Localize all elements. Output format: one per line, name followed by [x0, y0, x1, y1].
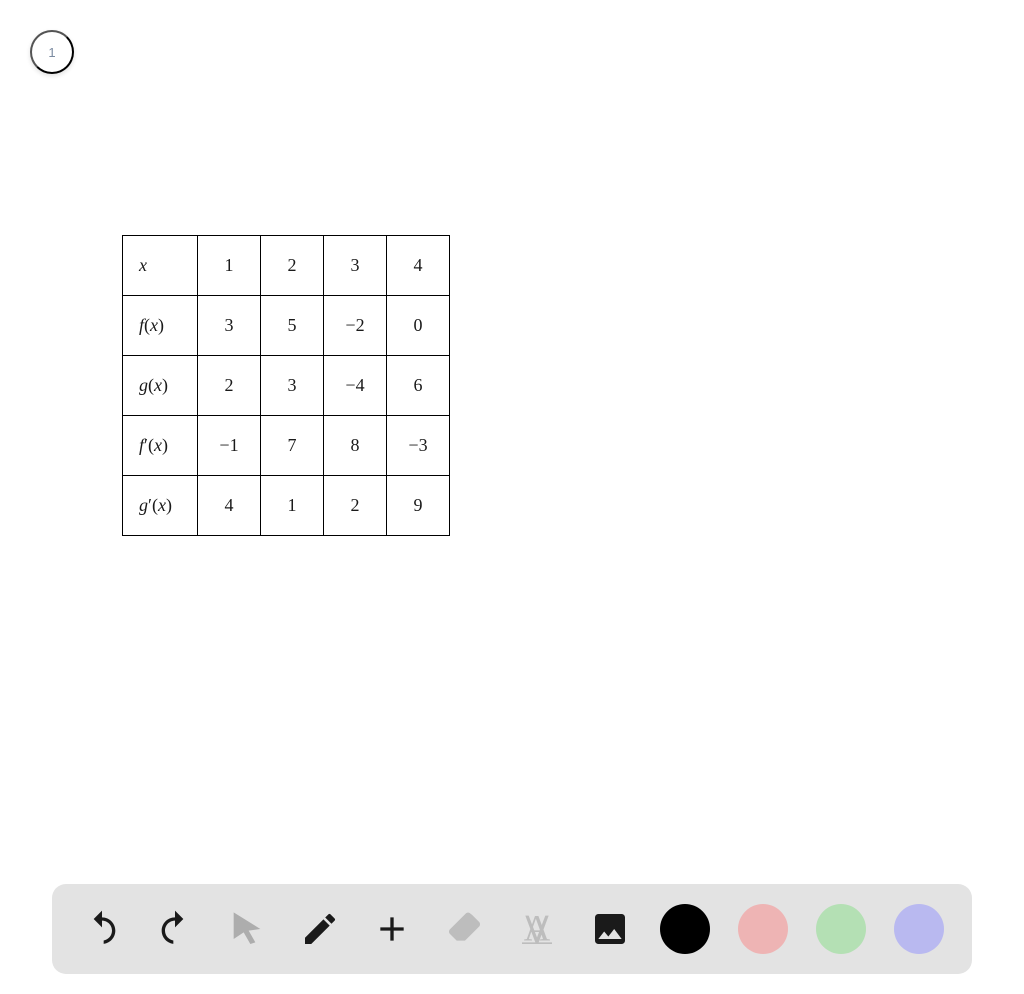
eraser-icon — [445, 909, 485, 949]
table-cell: 1 — [261, 476, 324, 536]
whiteboard-canvas[interactable]: 1 x 1 2 3 4 f(x) 3 5 −2 0 g(x) 2 3 −4 6 … — [0, 0, 1024, 870]
table-cell: 4 — [198, 476, 261, 536]
pencil-icon — [300, 909, 340, 949]
table-row: g(x) 2 3 −4 6 — [123, 356, 450, 416]
pointer-button[interactable] — [225, 906, 270, 952]
page-number-badge[interactable]: 1 — [30, 30, 74, 74]
table-cell: −4 — [324, 356, 387, 416]
image-button[interactable] — [588, 906, 633, 952]
table-cell: 6 — [387, 356, 450, 416]
function-values-table: x 1 2 3 4 f(x) 3 5 −2 0 g(x) 2 3 −4 6 f′… — [122, 235, 450, 536]
table-header-col-2: 2 — [261, 236, 324, 296]
table-row: f(x) 3 5 −2 0 — [123, 296, 450, 356]
row-label-fx: f(x) — [123, 296, 198, 356]
pencil-button[interactable] — [298, 906, 343, 952]
table-row: f′(x) −1 7 8 −3 — [123, 416, 450, 476]
table-cell: 2 — [198, 356, 261, 416]
table-cell: −3 — [387, 416, 450, 476]
color-swatch-black[interactable] — [660, 904, 710, 954]
table-cell: 3 — [198, 296, 261, 356]
table-header-row: x 1 2 3 4 — [123, 236, 450, 296]
table-row: g′(x) 4 1 2 9 — [123, 476, 450, 536]
page-number-text: 1 — [48, 45, 55, 60]
table-header-col-1: 1 — [198, 236, 261, 296]
table-header-x: x — [123, 236, 198, 296]
row-label-gprime-x: g′(x) — [123, 476, 198, 536]
table-cell: 2 — [324, 476, 387, 536]
table-cell: 3 — [261, 356, 324, 416]
color-swatch-green[interactable] — [816, 904, 866, 954]
table-cell: −2 — [324, 296, 387, 356]
table-header-col-3: 3 — [324, 236, 387, 296]
image-icon — [590, 909, 630, 949]
table-cell: 8 — [324, 416, 387, 476]
color-swatch-purple[interactable] — [894, 904, 944, 954]
table-cell: 0 — [387, 296, 450, 356]
undo-icon — [82, 909, 122, 949]
row-label-fprime-x: f′(x) — [123, 416, 198, 476]
table-cell: 9 — [387, 476, 450, 536]
table-cell: 5 — [261, 296, 324, 356]
pointer-icon — [227, 909, 267, 949]
add-button[interactable] — [370, 906, 415, 952]
plus-icon — [372, 909, 412, 949]
text-icon: A — [517, 909, 557, 949]
color-swatch-red[interactable] — [738, 904, 788, 954]
redo-icon — [155, 909, 195, 949]
table-cell: −1 — [198, 416, 261, 476]
svg-text:A: A — [524, 909, 551, 949]
redo-button[interactable] — [153, 906, 198, 952]
table-header-col-4: 4 — [387, 236, 450, 296]
row-label-gx: g(x) — [123, 356, 198, 416]
text-button[interactable]: A — [515, 906, 560, 952]
table-cell: 7 — [261, 416, 324, 476]
eraser-button[interactable] — [443, 906, 488, 952]
undo-button[interactable] — [80, 906, 125, 952]
drawing-toolbar: A — [52, 884, 972, 974]
